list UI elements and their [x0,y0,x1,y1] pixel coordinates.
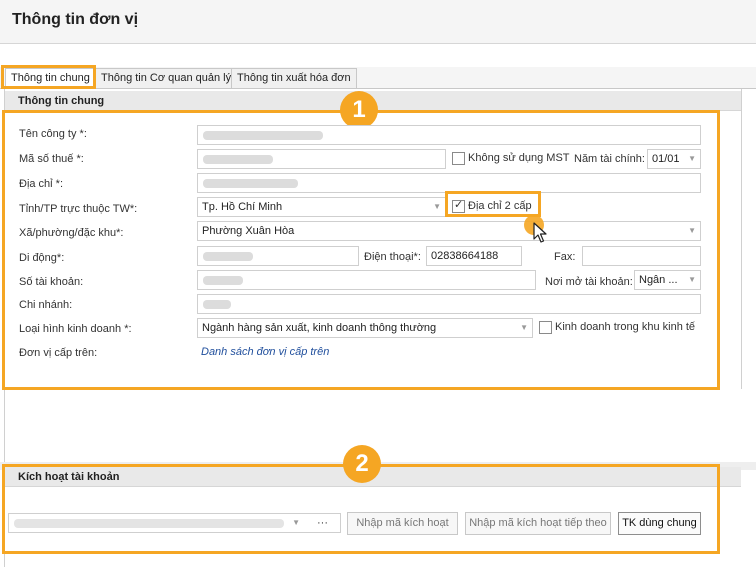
chevron-down-icon: ▼ [688,154,696,163]
shared-account-button[interactable]: TK dùng chung [618,512,701,535]
chevron-down-icon: ▼ [292,518,300,527]
activation-account-field[interactable]: ▼ ··· [8,513,341,533]
blurred-value [14,519,284,528]
window-title-bar: Thông tin đơn vị [0,0,756,44]
no-tax-code-checkbox[interactable] [452,152,465,165]
bank-place-value: Ngân ... [639,274,678,286]
parent-unit-list-link[interactable]: Danh sách đơn vị cấp trên [201,346,329,358]
economic-zone-checkbox[interactable] [539,321,552,334]
blurred-value [203,300,231,309]
title-spacer [0,45,756,65]
blurred-value [203,252,253,261]
company-name-input[interactable] [197,125,701,145]
tax-code-input[interactable] [197,149,446,169]
bank-place-label: Nơi mở tài khoản: [545,276,633,288]
parent-unit-label: Đơn vị cấp trên: [19,347,98,359]
economic-zone-label: Kinh doanh trong khu kinh tế [555,321,696,333]
mobile-input[interactable] [197,246,359,266]
ward-label: Xã/phường/đặc khu*: [19,227,124,239]
province-value: Tp. Hồ Chí Minh [202,201,283,213]
fiscal-year-label: Năm tài chính: [574,153,645,165]
two-level-address-label: Địa chỉ 2 cấp [468,200,532,212]
check-icon: ✓ [454,199,464,211]
phone-label: Điện thoại*: [364,251,421,263]
branch-input[interactable] [197,294,701,314]
tab-management-agency[interactable]: Thông tin Cơ quan quản lý [95,68,238,88]
page-title: Thông tin đơn vị [12,11,139,28]
enter-next-activation-code-button[interactable]: Nhập mã kích hoạt tiếp theo [465,512,611,535]
fax-input[interactable] [582,246,701,266]
business-type-label: Loại hình kinh doanh *: [19,323,132,335]
business-type-select[interactable]: Ngành hàng sản xuất, kinh doanh thông th… [197,318,533,338]
blurred-value [203,179,298,188]
blurred-value [203,131,323,140]
two-level-address-checkbox[interactable]: ✓ [452,199,465,213]
fiscal-year-select[interactable]: 01/01 ▼ [647,149,701,169]
ward-value: Phường Xuân Hòa [202,225,295,237]
tab-general-info[interactable]: Thông tin chung [5,68,96,89]
company-name-label: Tên công ty *: [19,128,87,140]
province-select[interactable]: Tp. Hồ Chí Minh ▼ [197,197,446,217]
enter-activation-code-button[interactable]: Nhập mã kích hoạt [347,512,458,535]
address-label: Địa chỉ *: [19,178,64,190]
step-badge-2: 2 [343,445,381,483]
left-border [4,89,5,567]
tax-code-label: Mã số thuế *: [19,153,84,165]
account-number-input[interactable] [197,270,536,290]
mouse-pointer-icon [533,222,547,243]
fax-label: Fax: [554,251,576,263]
account-number-label: Số tài khoản: [19,276,84,288]
tab-strip: Thông tin chung Thông tin Cơ quan quản l… [0,67,756,89]
more-options-button[interactable]: ··· [317,514,328,532]
phone-input[interactable]: 02838664188 [426,246,522,266]
tab-invoice-info[interactable]: Thông tin xuất hóa đơn [231,68,357,88]
bank-place-select[interactable]: Ngân ... ▼ [634,270,701,290]
blurred-value [203,276,243,285]
business-type-value: Ngành hàng sản xuất, kinh doanh thông th… [202,322,437,334]
mobile-label: Di động*: [19,252,65,264]
address-input[interactable] [197,173,701,193]
step-badge-1: 1 [340,91,378,129]
no-tax-code-label: Không sử dụng MST [468,152,570,164]
chevron-down-icon: ▼ [520,323,528,332]
branch-label: Chi nhánh: [19,299,73,311]
ward-select[interactable]: Phường Xuân Hòa ▼ [197,221,701,241]
chevron-down-icon: ▼ [688,226,696,235]
fiscal-year-value: 01/01 [652,153,680,165]
blurred-value [203,155,273,164]
province-label: Tỉnh/TP trực thuộc TW*: [19,203,138,215]
chevron-down-icon: ▼ [433,202,441,211]
chevron-down-icon: ▼ [688,275,696,284]
right-border [741,89,742,389]
